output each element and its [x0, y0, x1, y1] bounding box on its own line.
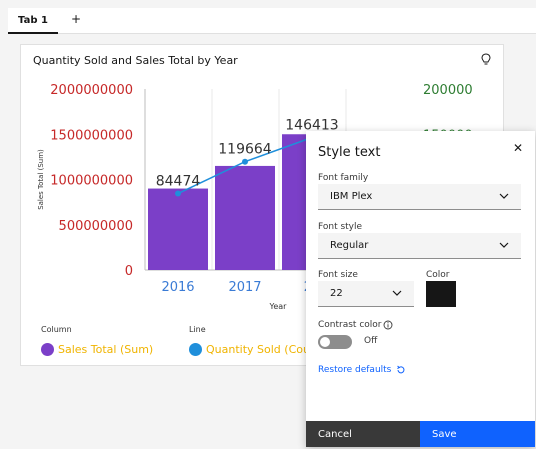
font-size-select[interactable]: 22 [318, 281, 414, 307]
data-label: 119664 [218, 142, 272, 158]
legend-heading-column: Column [41, 325, 72, 334]
cancel-button[interactable]: Cancel [306, 421, 420, 447]
legend-label: Quantity Sold (Cou [206, 343, 310, 356]
contrast-toggle[interactable] [318, 335, 352, 349]
tab-1[interactable]: Tab 1 [8, 8, 58, 34]
restore-icon [397, 365, 405, 374]
color-label: Color [426, 270, 450, 280]
color-swatch[interactable] [426, 281, 456, 307]
y-tick-label: 1500000000 [50, 128, 133, 143]
line-point [242, 158, 248, 165]
contrast-color-label: Contrast color [318, 320, 393, 330]
y-axis-title: Sales Total (Sum) [37, 149, 45, 210]
y-tick-label: 500000000 [59, 219, 133, 234]
legend-label: Sales Total (Sum) [58, 343, 154, 356]
chevron-down-icon [499, 193, 509, 199]
y2-tick-label: 200000 [423, 83, 473, 98]
font-style-select[interactable]: Regular [318, 233, 521, 259]
save-button[interactable]: Save [420, 421, 535, 447]
bar [215, 165, 275, 270]
legend-swatch-blue [189, 343, 202, 356]
chevron-down-icon [392, 290, 402, 296]
font-style-value: Regular [330, 240, 369, 251]
restore-label: Restore defaults [318, 365, 392, 375]
y-tick-label: 2000000000 [50, 83, 133, 98]
font-size-label: Font size [318, 270, 358, 280]
font-size-value: 22 [330, 288, 343, 299]
x-tick-label: 2017 [228, 280, 261, 295]
legend-swatch-purple [41, 343, 54, 356]
panel-title: Style text [318, 145, 381, 160]
legend-item-sales-total[interactable]: Sales Total (Sum) [41, 343, 153, 356]
x-tick-label: 2016 [161, 280, 194, 295]
y-tick-label: 0 [125, 264, 133, 279]
y-tick-label: 1000000000 [50, 174, 133, 189]
tab-bar: Tab 1 + [8, 8, 536, 34]
bar [148, 188, 208, 270]
font-family-value: IBM Plex [330, 191, 373, 202]
add-tab-button[interactable]: + [68, 12, 84, 26]
data-label: 84474 [156, 174, 201, 190]
x-axis-title: Year [269, 302, 288, 311]
chevron-down-icon [499, 242, 509, 248]
font-family-label: Font family [318, 173, 369, 183]
info-icon[interactable] [383, 320, 393, 330]
line-point [175, 190, 181, 197]
style-text-panel: Style text ✕ Font family IBM Plex Font s… [306, 131, 535, 447]
close-icon[interactable]: ✕ [513, 141, 523, 155]
contrast-state: Off [364, 336, 378, 346]
dashboard-app: Tab 1 + Quantity Sold and Sales Total by… [0, 0, 536, 449]
font-family-select[interactable]: IBM Plex [318, 184, 521, 210]
contrast-label-text: Contrast color [318, 320, 382, 330]
toggle-knob [320, 337, 330, 347]
font-style-label: Font style [318, 222, 363, 232]
legend-item-quantity-sold[interactable]: Quantity Sold (Cou [189, 343, 310, 356]
legend-heading-line: Line [189, 325, 206, 334]
restore-defaults-link[interactable]: Restore defaults [318, 365, 406, 375]
